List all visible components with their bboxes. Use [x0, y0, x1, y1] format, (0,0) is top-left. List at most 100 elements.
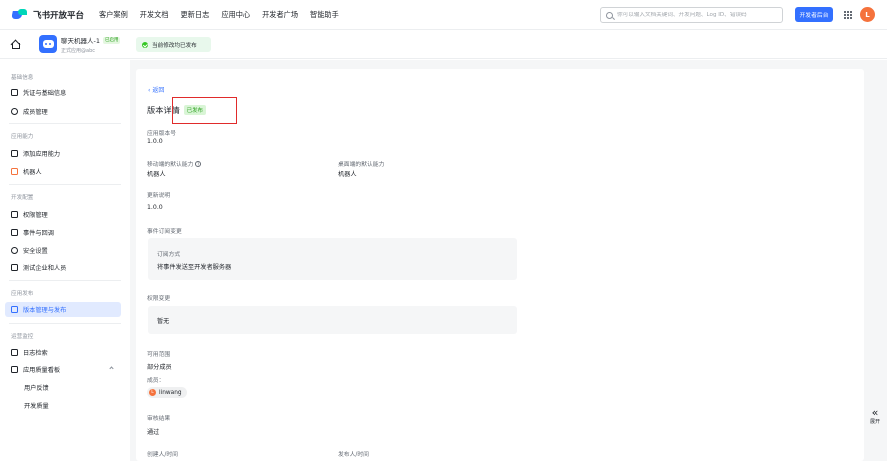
sidebar-group-basic: 基础信息 [11, 75, 34, 81]
highlight-annotation [172, 97, 237, 124]
version-value: 1.0.0 [147, 138, 163, 145]
app-header-bar [0, 30, 887, 59]
sidebar-divider [9, 123, 121, 124]
home-icon[interactable] [10, 39, 20, 49]
sidebar-item-bot[interactable]: 机器人 [5, 164, 121, 179]
sidebar-divider [9, 184, 121, 185]
sidebar-item-permissions[interactable]: 权限管理 [5, 207, 121, 222]
nav-item-dev-square[interactable]: 开发者广场 [262, 10, 298, 20]
event-sub-label: 事件订阅变更 [147, 229, 182, 235]
sidebar: 基础信息 凭证与基础信息 成员管理 应用能力 添加应用能力 机器人 开发配置 权… [0, 60, 130, 461]
app-info[interactable]: 聊天机器人-1 已启用 正式应用@abc [61, 35, 121, 54]
user-avatar[interactable]: L [860, 7, 875, 22]
app-name: 聊天机器人-1 [61, 37, 100, 45]
version-label: 应用版本号 [147, 131, 176, 137]
nav-item-app-center[interactable]: 应用中心 [221, 10, 250, 20]
permission-change-panel: 暂无 [148, 306, 517, 334]
sidebar-divider [9, 280, 121, 281]
update-notes-label: 更新说明 [147, 193, 171, 199]
robot-icon [11, 168, 18, 175]
review-value: 通过 [147, 429, 160, 436]
desktop-default-value: 机器人 [338, 171, 357, 178]
feishu-logo-icon [11, 9, 28, 20]
members-label: 成员： [147, 378, 165, 384]
lock-icon [11, 211, 18, 218]
sidebar-item-log-search[interactable]: 日志检索 [5, 345, 121, 360]
sidebar-item-add-capability[interactable]: 添加应用能力 [5, 146, 121, 161]
user-icon [11, 108, 18, 115]
sidebar-group-capability: 应用能力 [11, 134, 34, 140]
sidebar-group-release: 应用发布 [11, 291, 34, 297]
sidebar-divider [9, 323, 121, 324]
sidebar-group-ops: 运营监控 [11, 334, 34, 340]
apps-grid-icon[interactable] [844, 11, 852, 19]
search-input[interactable] [617, 12, 782, 18]
sidebar-subitem-dev-quality[interactable]: 开发质量 [24, 401, 49, 410]
search-icon [606, 11, 613, 19]
event-sub-panel: 订阅方式 将事件发送至开发者服务器 [148, 238, 517, 280]
sidebar-item-credentials[interactable]: 凭证与基础信息 [5, 85, 121, 100]
shield-icon [11, 247, 18, 254]
nav-item-changelog[interactable]: 更新日志 [181, 10, 210, 20]
sidebar-item-label: 添加应用能力 [23, 151, 61, 158]
sidebar-item-label: 成员管理 [23, 109, 48, 116]
logo[interactable]: 飞书开放平台 [11, 9, 84, 21]
sidebar-item-label: 应用质量看板 [23, 367, 61, 374]
mobile-default-value: 机器人 [147, 171, 166, 178]
app-subtitle: 正式应用@abc [61, 48, 95, 54]
sidebar-item-label: 权限管理 [23, 212, 48, 219]
sidebar-group-dev-config: 开发配置 [11, 195, 34, 201]
expand-label: 展开 [869, 419, 880, 425]
publish-notice: 当前修改均已发布 [136, 37, 211, 52]
back-link[interactable]: ‹ 返回 [148, 85, 164, 94]
chart-icon [11, 366, 18, 373]
grid-plus-icon [11, 150, 18, 157]
log-icon [11, 349, 18, 356]
member-name: linwang [159, 389, 182, 396]
review-label: 审核结果 [147, 416, 171, 422]
sidebar-subitem-user-feedback[interactable]: 用户反馈 [24, 383, 49, 392]
member-avatar: L [149, 389, 156, 396]
sidebar-item-members[interactable]: 成员管理 [5, 104, 121, 119]
sidebar-item-quality[interactable]: 应用质量看板 [5, 362, 121, 377]
nav-item-docs[interactable]: 开发文档 [140, 10, 169, 20]
help-icon[interactable]: ? [195, 161, 202, 167]
chevron-up-icon[interactable] [109, 366, 114, 371]
mobile-default-label: 移动端的默认能力 ? [147, 161, 202, 168]
developer-console-button[interactable]: 开发者后台 [795, 7, 833, 22]
sidebar-item-version-release[interactable]: 版本管理与发布 [5, 302, 121, 317]
sidebar-item-test-enterprise[interactable]: 测试企业和人员 [5, 260, 121, 275]
double-chevron-left-icon: « [871, 406, 879, 419]
sidebar-item-events[interactable]: 事件与回调 [5, 225, 121, 240]
sidebar-item-label: 机器人 [23, 169, 42, 176]
event-icon [11, 229, 18, 236]
sidebar-item-label: 事件与回调 [23, 230, 54, 237]
sidebar-item-security[interactable]: 安全设置 [5, 243, 121, 258]
scope-value: 部分成员 [147, 364, 172, 371]
app-icon [39, 35, 57, 53]
sidebar-item-label: 日志检索 [23, 350, 48, 357]
nav-menu: 客户案例 开发文档 更新日志 应用中心 开发者广场 智能助手 [99, 10, 351, 20]
credential-icon [11, 89, 18, 96]
app-status-badge: 已启用 [102, 36, 121, 44]
publisher-label: 发布人/时间 [338, 452, 369, 458]
release-icon [11, 306, 18, 313]
desktop-default-label: 桌面端的默认能力 [338, 162, 385, 168]
nav-item-assistant[interactable]: 智能助手 [310, 10, 339, 20]
sidebar-item-label: 凭证与基础信息 [23, 90, 67, 97]
member-chip[interactable]: L linwang [147, 387, 187, 398]
sub-method-value: 将事件发送至开发者服务器 [157, 264, 232, 271]
nav-item-cases[interactable]: 客户案例 [99, 10, 128, 20]
search-box[interactable] [600, 7, 783, 23]
expand-button[interactable]: « 展开 [866, 407, 884, 431]
publish-notice-text: 当前修改均已发布 [152, 42, 197, 49]
permission-change-value: 暂无 [157, 318, 170, 325]
sidebar-item-label: 测试企业和人员 [23, 265, 67, 272]
scope-label: 可用范围 [147, 352, 171, 358]
permission-change-label: 权限变更 [147, 296, 171, 302]
check-circle-icon [142, 41, 148, 48]
creator-label: 创建人/时间 [147, 452, 178, 458]
update-notes-value: 1.0.0 [147, 204, 163, 211]
sub-method-label: 订阅方式 [157, 252, 181, 258]
sidebar-item-label: 版本管理与发布 [23, 307, 67, 314]
